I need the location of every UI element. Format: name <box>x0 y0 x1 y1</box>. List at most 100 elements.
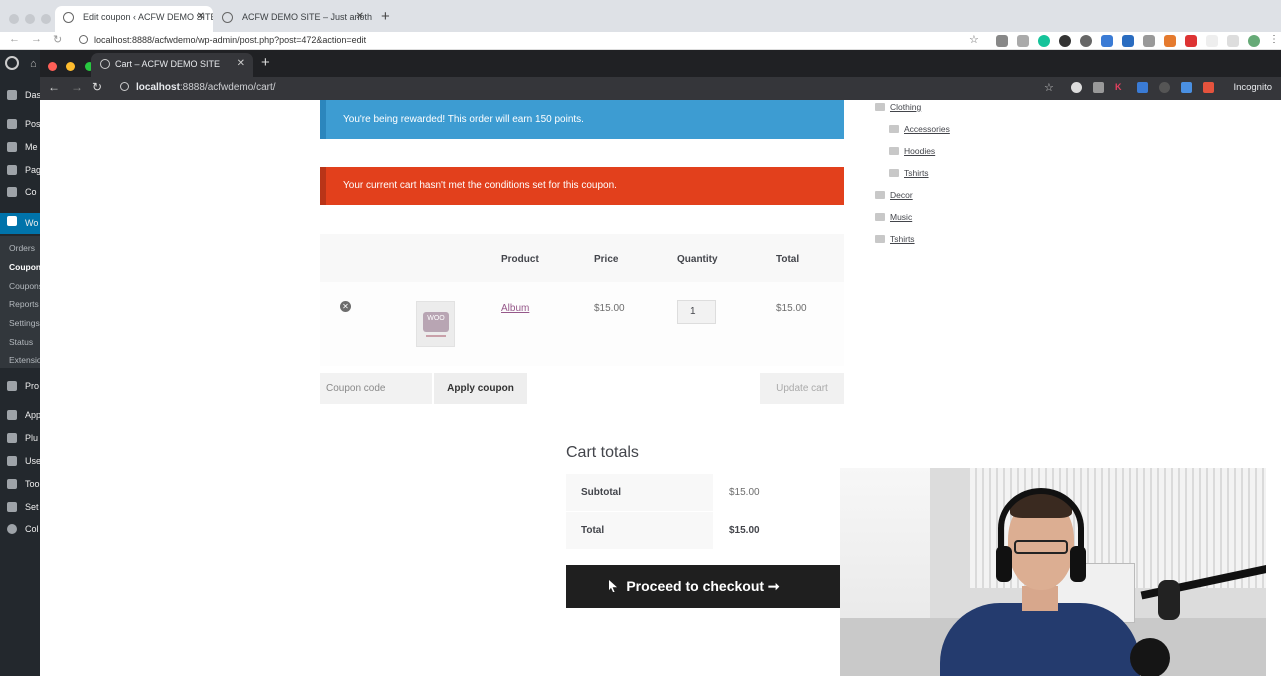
presenter-shirt <box>940 603 1140 676</box>
extension-icon[interactable] <box>1017 35 1029 47</box>
forward-icon[interactable]: → <box>31 33 42 45</box>
wordpress-icon[interactable] <box>1080 35 1092 47</box>
close-tab-icon[interactable]: ✕ <box>356 6 364 28</box>
submenu-coupons-current[interactable]: Coupons <box>9 262 40 272</box>
product-name-link[interactable]: Album <box>501 303 529 314</box>
background-address-bar: ← → ↻ localhost:8888/acfwdemo/wp-admin/p… <box>0 32 1281 50</box>
menu-woocommerce[interactable]: Wo <box>0 213 40 234</box>
extension-icon[interactable] <box>1181 82 1192 93</box>
menu-collapse[interactable]: Col <box>0 521 40 539</box>
close-tab-icon[interactable]: ✕ <box>237 53 245 75</box>
category-label: Tshirts <box>904 168 929 178</box>
subtotal-label: Subtotal <box>566 474 713 511</box>
tab-label: Cart – ACFW DEMO SITE <box>115 59 221 69</box>
microphone-icon <box>1158 580 1180 620</box>
background-tab-edit-coupon[interactable]: Edit coupon ‹ ACFW DEMO SITE ✕ <box>55 6 213 32</box>
bookmark-star-icon[interactable]: ☆ <box>1044 81 1054 94</box>
category-hoodies[interactable]: Hoodies <box>889 146 936 156</box>
submenu-settings[interactable]: Settings <box>9 318 40 328</box>
wordpress-favicon-icon <box>222 12 233 23</box>
update-cart-button[interactable]: Update cart <box>760 373 844 404</box>
forward-icon[interactable]: → <box>71 80 83 94</box>
profile-avatar-icon[interactable] <box>1248 35 1260 47</box>
back-icon[interactable]: ← <box>9 33 20 45</box>
extension-icon[interactable] <box>1164 35 1176 47</box>
background-tab-demo-site[interactable]: ACFW DEMO SITE – Just anoth ✕ <box>214 6 372 32</box>
menu-pages[interactable]: Pag <box>0 162 40 180</box>
tab-label: ACFW DEMO SITE – Just anoth <box>242 12 372 22</box>
extension-icon[interactable] <box>1227 35 1239 47</box>
folder-icon <box>875 213 885 221</box>
header-quantity: Quantity <box>677 254 718 265</box>
category-tshirts[interactable]: Tshirts <box>875 234 915 244</box>
close-tab-icon[interactable]: ✕ <box>197 6 205 28</box>
wordpress-favicon-icon <box>100 59 110 69</box>
menu-products[interactable]: Pro <box>0 378 40 396</box>
category-music[interactable]: Music <box>875 212 912 222</box>
remove-item-icon[interactable]: ✕ <box>340 301 351 312</box>
header-product: Product <box>501 254 539 265</box>
new-tab-icon[interactable]: + <box>261 54 270 71</box>
category-label: Hoodies <box>904 146 936 156</box>
extension-icon[interactable] <box>1093 82 1104 93</box>
bookmark-star-icon[interactable]: ☆ <box>969 33 979 46</box>
extension-icon[interactable] <box>1059 35 1071 47</box>
menu-media[interactable]: Me <box>0 139 40 157</box>
background-url[interactable]: localhost:8888/acfwdemo/wp-admin/post.ph… <box>79 35 366 45</box>
menu-settings[interactable]: Set <box>0 499 40 517</box>
category-decor[interactable]: Decor <box>875 190 913 200</box>
tab-cart[interactable]: Cart – ACFW DEMO SITE ✕ <box>91 53 253 77</box>
extension-icon[interactable] <box>1206 35 1218 47</box>
menu-posts[interactable]: Pos <box>0 116 40 134</box>
menu-kebab-icon[interactable]: ⋮ <box>1269 35 1281 47</box>
coupon-code-input[interactable]: Coupon code <box>320 373 432 404</box>
reload-icon[interactable]: ↻ <box>53 33 62 46</box>
submenu-reports[interactable]: Reports <box>9 299 39 309</box>
media-icon <box>7 142 17 152</box>
category-tshirts-sub[interactable]: Tshirts <box>889 168 929 178</box>
menu-users[interactable]: Use <box>0 453 40 471</box>
menu-tools[interactable]: Too <box>0 476 40 494</box>
menu-dashboard[interactable]: Das <box>0 87 40 105</box>
menu-label: Use <box>25 456 40 466</box>
apply-coupon-button[interactable]: Apply coupon <box>434 373 527 404</box>
menu-label: Pro <box>25 381 40 391</box>
menu-plugins[interactable]: Plu <box>0 430 40 448</box>
url-field[interactable]: localhost:8888/acfwdemo/cart/ <box>120 82 276 93</box>
extension-icon[interactable]: K <box>1115 82 1126 93</box>
folder-icon <box>889 125 899 133</box>
incognito-label[interactable]: Incognito <box>1233 82 1272 93</box>
extension-icon[interactable] <box>996 35 1008 47</box>
menu-appearance[interactable]: App <box>0 407 40 425</box>
grammarly-icon[interactable] <box>1038 35 1050 47</box>
submenu-extensions[interactable]: Extensions <box>9 355 40 365</box>
new-tab-icon[interactable]: + <box>381 8 390 25</box>
minimize-window-icon[interactable] <box>66 62 76 71</box>
quantity-input[interactable]: 1 <box>677 300 716 324</box>
wordpress-logo-icon[interactable] <box>5 56 19 70</box>
close-window-icon[interactable] <box>48 62 57 71</box>
menu-label: Col <box>25 524 39 534</box>
reload-icon[interactable]: ↻ <box>92 80 102 94</box>
extension-icon[interactable] <box>1159 82 1170 93</box>
category-clothing[interactable]: Clothing <box>875 102 921 112</box>
reward-notice: You're being rewarded! This order will e… <box>320 100 844 139</box>
extension-icon[interactable] <box>1137 82 1148 93</box>
folder-icon <box>889 169 899 177</box>
extension-icon[interactable] <box>1185 35 1197 47</box>
extension-icon[interactable] <box>1143 35 1155 47</box>
extension-icon[interactable] <box>1101 35 1113 47</box>
extension-icon[interactable] <box>1203 82 1214 93</box>
submenu-orders[interactable]: Orders <box>9 243 35 253</box>
settings-icon[interactable] <box>1071 82 1082 93</box>
product-thumbnail[interactable]: WOO <box>416 301 455 347</box>
menu-label: Me <box>25 142 38 152</box>
proceed-to-checkout-button[interactable]: Proceed to checkout ➞ <box>566 565 840 608</box>
submenu-status[interactable]: Status <box>9 337 33 347</box>
back-icon[interactable]: ← <box>48 80 60 94</box>
home-icon[interactable]: ⌂ <box>30 58 37 70</box>
extension-icon[interactable] <box>1122 35 1134 47</box>
category-accessories[interactable]: Accessories <box>889 124 950 134</box>
menu-comments[interactable]: Co <box>0 184 40 202</box>
submenu-coupons[interactable]: Coupons <box>9 281 40 291</box>
